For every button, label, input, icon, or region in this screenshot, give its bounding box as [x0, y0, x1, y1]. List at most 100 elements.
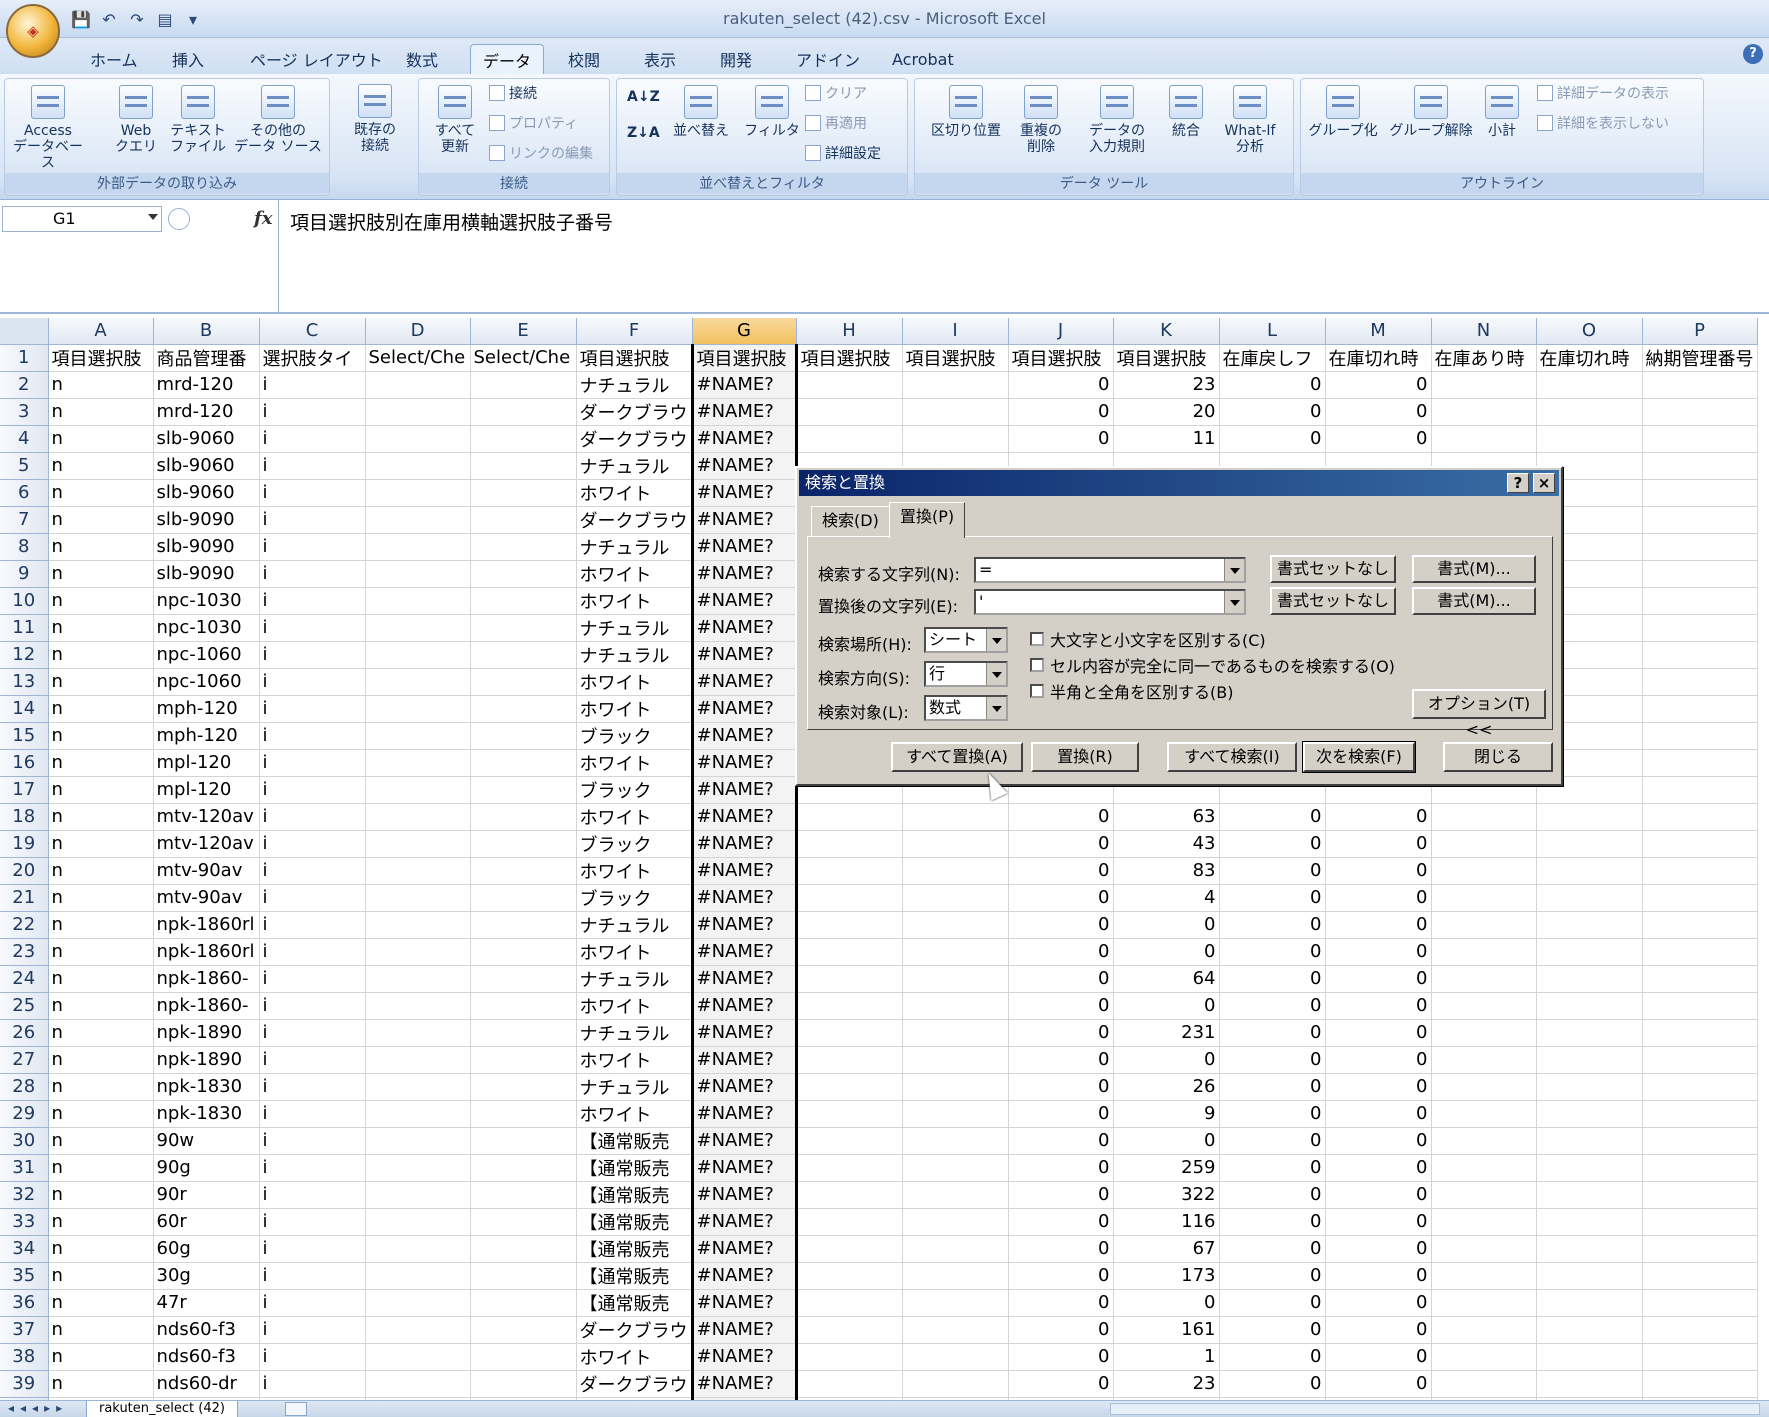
- column-header-i[interactable]: I: [902, 318, 1009, 345]
- cell-n22[interactable]: [1431, 911, 1537, 939]
- cell-a27[interactable]: n: [48, 1046, 154, 1074]
- cell-h37[interactable]: [796, 1316, 903, 1344]
- cell-c18[interactable]: i: [259, 803, 366, 831]
- cell-p15[interactable]: [1642, 722, 1758, 750]
- cell-n34[interactable]: [1431, 1235, 1537, 1263]
- cell-d5[interactable]: [365, 452, 471, 480]
- cell-m24[interactable]: 0: [1325, 965, 1432, 993]
- cell-b39[interactable]: nds60-dr: [153, 1370, 260, 1398]
- match-entire-checkbox[interactable]: セル内容が完全に同一であるものを検索する(O): [1030, 653, 1395, 677]
- replace-no-format-button[interactable]: 書式セットなし: [1270, 587, 1396, 615]
- cell-b36[interactable]: 47r: [153, 1289, 260, 1317]
- cell-a37[interactable]: n: [48, 1316, 154, 1344]
- cell-k19[interactable]: 43: [1113, 830, 1220, 858]
- cell-a15[interactable]: n: [48, 722, 154, 750]
- cell-a11[interactable]: n: [48, 614, 154, 642]
- cell-a33[interactable]: n: [48, 1208, 154, 1236]
- cell-h33[interactable]: [796, 1208, 903, 1236]
- column-header-f[interactable]: F: [576, 318, 693, 345]
- tab-replace[interactable]: 置換(P): [889, 502, 966, 538]
- sort-az-button[interactable]: A↓Z: [627, 89, 660, 105]
- tab-find[interactable]: 検索(D): [811, 506, 890, 536]
- cell-k34[interactable]: 67: [1113, 1235, 1220, 1263]
- cell-i35[interactable]: [902, 1262, 1009, 1290]
- cell-j39[interactable]: 0: [1008, 1370, 1114, 1398]
- cell-e8[interactable]: [470, 533, 577, 561]
- cell-c3[interactable]: i: [259, 398, 366, 426]
- cell-m1[interactable]: 在庫切れ時: [1325, 344, 1432, 372]
- reapply-button[interactable]: 再適用: [805, 113, 867, 133]
- cell-i25[interactable]: [902, 992, 1009, 1020]
- tab-view[interactable]: 表示: [632, 44, 688, 74]
- replace-all-button[interactable]: すべて置換(A): [891, 742, 1023, 772]
- office-button[interactable]: ◈: [6, 4, 60, 58]
- cell-m4[interactable]: 0: [1325, 425, 1432, 453]
- cell-p38[interactable]: [1642, 1343, 1758, 1371]
- cell-d1[interactable]: Select/Che: [365, 344, 471, 372]
- cell-h19[interactable]: [796, 830, 903, 858]
- cell-p33[interactable]: [1642, 1208, 1758, 1236]
- cell-a2[interactable]: n: [48, 371, 154, 399]
- cell-c32[interactable]: i: [259, 1181, 366, 1209]
- cell-d30[interactable]: [365, 1127, 471, 1155]
- row-header[interactable]: 30: [0, 1127, 49, 1155]
- cell-c21[interactable]: i: [259, 884, 366, 912]
- cell-o22[interactable]: [1536, 911, 1643, 939]
- sort-button[interactable]: 並べ替え: [661, 85, 741, 139]
- cell-a3[interactable]: n: [48, 398, 154, 426]
- cell-o37[interactable]: [1536, 1316, 1643, 1344]
- cell-g21[interactable]: #NAME?: [690, 884, 798, 912]
- cell-b23[interactable]: npk-1860rl: [153, 938, 260, 966]
- cell-j4[interactable]: 0: [1008, 425, 1114, 453]
- row-header[interactable]: 34: [0, 1235, 49, 1263]
- close-button[interactable]: 閉じる: [1443, 742, 1553, 772]
- cell-o24[interactable]: [1536, 965, 1643, 993]
- consolidate-button[interactable]: 統合: [1161, 85, 1211, 139]
- cell-j27[interactable]: 0: [1008, 1046, 1114, 1074]
- cell-g23[interactable]: #NAME?: [690, 938, 798, 966]
- cell-k2[interactable]: 23: [1113, 371, 1220, 399]
- cell-h2[interactable]: [796, 371, 903, 399]
- cell-h30[interactable]: [796, 1127, 903, 1155]
- sheet-navigation-arrows-icon[interactable]: ◂◂◂▸▸: [8, 1401, 68, 1415]
- row-header[interactable]: 18: [0, 803, 49, 831]
- cell-f24[interactable]: ナチュラル: [576, 965, 693, 993]
- cell-o19[interactable]: [1536, 830, 1643, 858]
- cell-f28[interactable]: ナチュラル: [576, 1073, 693, 1101]
- row-header[interactable]: 25: [0, 992, 49, 1020]
- cell-f31[interactable]: 【通常販売: [576, 1154, 693, 1182]
- lookin-dropdown-icon[interactable]: [986, 697, 1006, 719]
- properties-button[interactable]: プロパティ: [489, 113, 578, 133]
- cell-p28[interactable]: [1642, 1073, 1758, 1101]
- cell-g30[interactable]: #NAME?: [690, 1127, 798, 1155]
- cell-m35[interactable]: 0: [1325, 1262, 1432, 1290]
- cell-j1[interactable]: 項目選択肢: [1008, 344, 1114, 372]
- cell-e39[interactable]: [470, 1370, 577, 1398]
- cell-g32[interactable]: #NAME?: [690, 1181, 798, 1209]
- cell-g8[interactable]: #NAME?: [690, 533, 798, 561]
- cell-c14[interactable]: i: [259, 695, 366, 723]
- cell-k27[interactable]: 0: [1113, 1046, 1220, 1074]
- cell-g29[interactable]: #NAME?: [690, 1100, 798, 1128]
- cell-i27[interactable]: [902, 1046, 1009, 1074]
- column-header-h[interactable]: H: [796, 318, 903, 345]
- cell-n27[interactable]: [1431, 1046, 1537, 1074]
- cell-i37[interactable]: [902, 1316, 1009, 1344]
- row-header[interactable]: 6: [0, 479, 49, 507]
- cell-k39[interactable]: 23: [1113, 1370, 1220, 1398]
- text-file-button[interactable]: テキスト ファイル: [163, 85, 233, 155]
- cell-h1[interactable]: 項目選択肢: [796, 344, 903, 372]
- search-dropdown-icon[interactable]: [986, 663, 1006, 685]
- column-header-p[interactable]: P: [1642, 318, 1758, 345]
- cell-c22[interactable]: i: [259, 911, 366, 939]
- cell-l2[interactable]: 0: [1219, 371, 1326, 399]
- cell-l36[interactable]: 0: [1219, 1289, 1326, 1317]
- cell-p19[interactable]: [1642, 830, 1758, 858]
- cell-l39[interactable]: 0: [1219, 1370, 1326, 1398]
- cell-a9[interactable]: n: [48, 560, 154, 588]
- cell-e21[interactable]: [470, 884, 577, 912]
- cell-h36[interactable]: [796, 1289, 903, 1317]
- cell-e12[interactable]: [470, 641, 577, 669]
- cell-p12[interactable]: [1642, 641, 1758, 669]
- cell-n20[interactable]: [1431, 857, 1537, 885]
